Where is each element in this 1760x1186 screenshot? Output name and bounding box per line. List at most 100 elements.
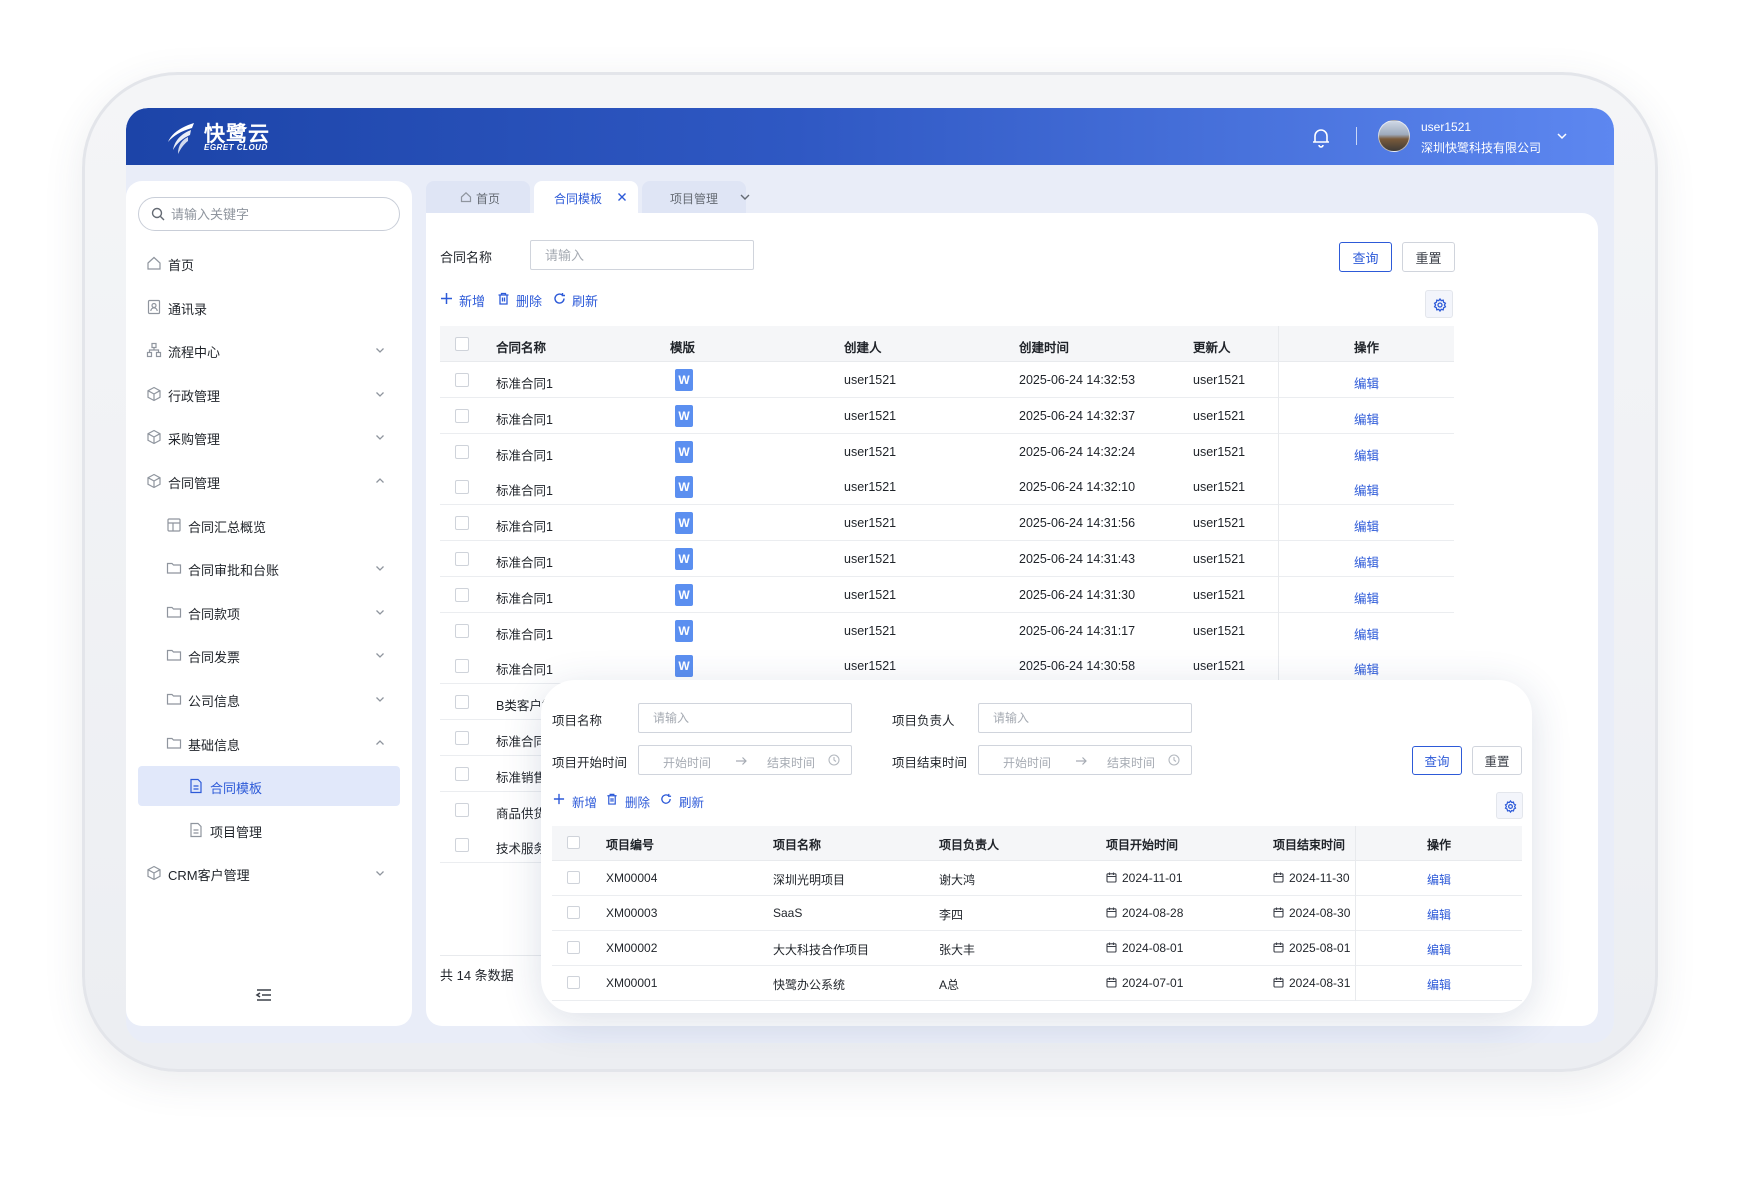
edit-link[interactable]: 编辑 (1427, 941, 1451, 958)
chevron-down-icon[interactable] (374, 562, 386, 574)
chevron-down-icon[interactable] (374, 388, 386, 400)
edit-link[interactable]: 编辑 (1354, 588, 1379, 607)
chevron-up-icon[interactable] (374, 737, 386, 749)
row-checkbox[interactable] (455, 587, 469, 602)
sidebar-item-14[interactable]: 项目管理 (126, 810, 412, 850)
word-file-icon[interactable]: W (675, 476, 693, 499)
chevron-down-icon[interactable] (374, 431, 386, 443)
brand-logo[interactable]: 快鹭云 EGRET CLOUD (164, 116, 274, 158)
sidebar-item-8[interactable]: 合同审批和台账 (126, 548, 412, 588)
row-checkbox[interactable] (455, 480, 469, 495)
sidebar-item-5[interactable]: 采购管理 (126, 417, 412, 457)
table-row[interactable]: 标准合同1 Wuser1521 2025-06-24 14:32:24 user152… (440, 433, 1454, 470)
chevron-up-icon[interactable] (374, 475, 386, 487)
row-checkbox[interactable] (455, 802, 469, 817)
table-row[interactable]: 标准合同1 Wuser1521 2025-06-24 14:32:10 user152… (440, 469, 1454, 506)
sidebar-item-3[interactable]: 流程中心 (126, 330, 412, 370)
edit-link[interactable]: 编辑 (1354, 373, 1379, 392)
table-row[interactable]: 标准合同1 Wuser1521 2025-06-24 14:30:58 user152… (440, 648, 1454, 685)
chevron-down-icon[interactable] (374, 649, 386, 661)
sidebar-item-1[interactable]: 首页 (126, 243, 412, 283)
row-checkbox[interactable] (455, 516, 469, 531)
reset-button[interactable]: 重置 (1402, 242, 1455, 272)
chevron-down-icon[interactable] (1556, 130, 1568, 142)
end-date-range-picker[interactable]: 开始时间 结束时间 (978, 745, 1192, 775)
add-button[interactable]: 新增 (553, 791, 601, 810)
sidebar-item-10[interactable]: 合同发票 (126, 635, 412, 675)
edit-link[interactable]: 编辑 (1354, 480, 1379, 499)
row-checkbox[interactable] (455, 408, 469, 423)
table-row[interactable]: 标准合同1 Wuser1521 2025-06-24 14:31:56 user152… (440, 505, 1454, 542)
edit-link[interactable]: 编辑 (1354, 516, 1379, 535)
sidebar-item-2[interactable]: 通讯录 (126, 287, 412, 327)
avatar[interactable] (1378, 120, 1410, 152)
edit-link[interactable]: 编辑 (1354, 552, 1379, 571)
bell-icon[interactable] (1310, 126, 1332, 148)
search-input[interactable] (171, 204, 391, 224)
sidebar-item-12[interactable]: 基础信息 (126, 723, 412, 763)
project-name-input[interactable] (638, 703, 852, 733)
user-company[interactable]: 深圳快鹭科技有限公司 (1421, 139, 1541, 156)
row-checkbox[interactable] (455, 373, 469, 387)
edit-link[interactable]: 编辑 (1427, 976, 1451, 993)
sidebar-item-7[interactable]: 合同汇总概览 (126, 505, 412, 545)
sidebar-item-13[interactable]: 合同模板 (126, 766, 412, 807)
tab-project-management[interactable]: 项目管理 (642, 181, 746, 213)
table-row[interactable]: XM00004 深圳光明项目 谢大鸿 2024-11-01 2024-11-30 编辑 (552, 861, 1522, 896)
sidebar-search[interactable] (138, 197, 400, 231)
word-file-icon[interactable]: W (675, 512, 693, 535)
edit-link[interactable]: 编辑 (1354, 659, 1379, 678)
table-row[interactable]: 标准合同1 Wuser1521 2025-06-24 14:31:30 user152… (440, 576, 1454, 613)
row-checkbox[interactable] (455, 731, 469, 745)
edit-link[interactable]: 编辑 (1354, 624, 1379, 643)
table-row[interactable]: 标准合同1 Wuser1521 2025-06-24 14:32:37 user152… (440, 397, 1454, 434)
table-row[interactable]: 标准合同1 Wuser1521 2025-06-24 14:31:43 user152… (440, 541, 1454, 577)
row-checkbox[interactable] (455, 695, 469, 710)
sidebar-item-15[interactable]: CRM客户管理 (126, 853, 412, 893)
project-owner-input[interactable] (978, 703, 1192, 733)
user-name[interactable]: user1521 (1421, 120, 1471, 134)
row-checkbox[interactable] (455, 623, 469, 638)
query-button[interactable]: 查询 (1412, 746, 1462, 775)
collapse-menu-icon[interactable] (254, 985, 274, 1005)
edit-link[interactable]: 编辑 (1354, 409, 1379, 428)
row-checkbox[interactable] (455, 659, 469, 674)
column-settings-button[interactable] (1425, 290, 1453, 318)
chevron-down-icon[interactable] (374, 344, 386, 356)
select-all-checkbox[interactable] (455, 337, 469, 351)
select-all-checkbox[interactable] (567, 836, 580, 849)
word-file-icon[interactable]: W (675, 583, 693, 606)
query-button[interactable]: 查询 (1339, 242, 1392, 272)
row-checkbox[interactable] (455, 838, 469, 853)
table-row[interactable]: 标准合同1 Wuser1521 2025-06-24 14:31:17 user152… (440, 612, 1454, 649)
add-button[interactable]: 新增 (440, 290, 490, 309)
edit-link[interactable]: 编辑 (1427, 871, 1451, 888)
start-date-range-picker[interactable]: 开始时间 结束时间 (638, 745, 852, 775)
tab-home[interactable]: 首页 (426, 181, 530, 213)
row-checkbox[interactable] (455, 444, 469, 459)
row-checkbox[interactable] (567, 906, 580, 919)
word-file-icon[interactable]: W (675, 369, 693, 391)
row-checkbox[interactable] (567, 941, 580, 954)
chevron-down-icon[interactable] (738, 190, 752, 204)
sidebar-item-11[interactable]: 公司信息 (126, 679, 412, 719)
row-checkbox[interactable] (455, 552, 469, 566)
table-row[interactable]: XM00002 大大科技合作项目 张大丰 2024-08-01 2025-08-01 编辑 (552, 931, 1522, 966)
sidebar-item-4[interactable]: 行政管理 (126, 374, 412, 414)
refresh-button[interactable]: 刷新 (660, 791, 708, 810)
table-row[interactable]: 标准合同1 Wuser1521 2025-06-24 14:32:53 user152… (440, 362, 1454, 398)
edit-link[interactable]: 编辑 (1354, 445, 1379, 464)
sidebar-item-9[interactable]: 合同款项 (126, 592, 412, 632)
chevron-down-icon[interactable] (374, 606, 386, 618)
row-checkbox[interactable] (455, 766, 469, 781)
edit-link[interactable]: 编辑 (1427, 906, 1451, 923)
table-row[interactable]: XM00003 SaaS 李四 2024-08-28 2024-08-30 编辑 (552, 896, 1522, 931)
chevron-down-icon[interactable] (374, 867, 386, 879)
word-file-icon[interactable]: W (675, 440, 693, 463)
delete-button[interactable]: 删除 (606, 791, 654, 810)
refresh-button[interactable]: 刷新 (553, 290, 603, 309)
word-file-icon[interactable]: W (675, 655, 693, 678)
table-row[interactable]: XM00001 快鹭办公系统 A总 2024-07-01 2024-08-31 编辑 (552, 966, 1522, 1001)
word-file-icon[interactable]: W (675, 404, 693, 427)
reset-button[interactable]: 重置 (1472, 746, 1522, 775)
